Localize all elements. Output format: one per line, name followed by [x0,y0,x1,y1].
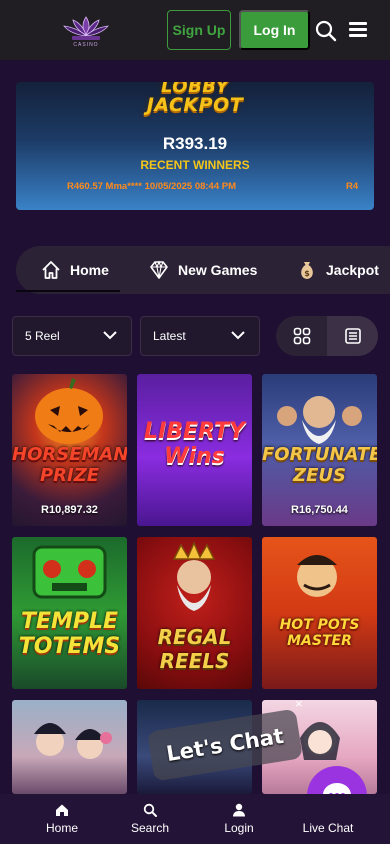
ticker-entry: R4 [346,181,359,192]
reel-filter-value: 5 Reel [25,329,60,343]
game-title: HOT POTS MASTER [279,617,360,649]
diamond-icon [150,260,168,279]
nav-item-new-games[interactable]: New Games [148,246,257,294]
casino-logo[interactable]: CASINO [54,10,118,50]
game-title: REGAL REELS [157,625,232,673]
bottom-nav-label: Search [130,821,170,835]
hamburger-menu-icon[interactable] [349,22,367,38]
ticker-entry: R460.57 Mma**** 10/05/2025 08:44 PM [67,181,237,192]
home-icon [56,804,68,816]
lobby-jackpot-banner[interactable]: LOBBY JACKPOT R393.19 RECENT WINNERS R46… [16,82,374,210]
list-icon [344,328,361,344]
game-title: HORSEMAN'S PRIZE [12,444,127,486]
svg-text:$: $ [304,269,310,278]
game-tile-temple-totems[interactable]: TEMPLE TOTEMS [12,537,127,689]
master-artwork [297,555,337,597]
nav-item-label: Jackpot [326,262,379,278]
game-jackpot-amount: R16,750.44 [291,504,348,516]
user-icon [233,803,245,817]
chat-close-icon[interactable]: × [295,696,303,711]
view-toggle [276,316,378,356]
lotus-logo-icon [63,15,109,40]
reel-filter-select[interactable]: 5 Reel [12,316,132,356]
grid-icon [293,327,310,345]
bottom-nav-label: Live Chat [302,821,354,835]
bottom-nav-search[interactable]: Search [105,794,195,844]
bottom-nav-login[interactable]: Login [194,794,284,844]
nav-scrollbar[interactable] [16,290,120,292]
bottom-nav-live-chat[interactable]: Live Chat [283,794,373,844]
game-tile-fortunate-zeus[interactable]: FORTUNATE ZEUS R16,750.44 [262,374,377,526]
game-tile-regal-reels[interactable]: REGAL REELS [137,537,252,689]
nav-item-label: Home [70,262,109,278]
money-bag-icon: $ [301,262,313,279]
house-icon [42,261,60,279]
log-in-button[interactable]: Log In [239,10,310,50]
jackpot-amount: R393.19 [162,134,228,153]
bottom-navigation: Home Search Login Live Chat [0,794,390,844]
game-title: FORTUNATE ZEUS [262,444,377,486]
game-tile-liberty-wins[interactable]: LIBERTY Wins [137,374,252,526]
chevron-down-icon [103,331,117,340]
nav-item-label: New Games [178,262,258,278]
list-view-button[interactable] [327,316,378,356]
game-jackpot-amount: R10,897.32 [41,504,98,516]
samurai-artwork [34,723,112,759]
grid-view-button[interactable] [276,316,327,356]
chevron-down-icon [231,331,245,340]
sort-select[interactable]: Latest [140,316,260,356]
nav-item-jackpot[interactable]: $ Jackpot [296,246,379,294]
game-tile-hot-pots-master[interactable]: HOT POTS MASTER [262,537,377,689]
nav-item-home[interactable]: Home [40,246,109,294]
top-header: CASINO Sign Up Log In [0,0,390,60]
game-tile-horsemans-prize[interactable]: HORSEMAN'S PRIZE R10,897.32 [12,374,127,526]
jackpot-logo-line2: JACKPOT [146,94,244,116]
sort-value: Latest [153,329,186,343]
bottom-nav-label: Home [45,821,78,835]
game-tile-row3-1[interactable] [12,700,127,794]
bottom-nav-home[interactable]: Home [17,794,107,844]
search-icon [143,803,157,817]
lobby-jackpot-logo: LOBBY JACKPOT [134,82,256,122]
winners-ticker: R460.57 Mma**** 10/05/2025 08:44 PM R4 [16,181,374,195]
logo-subtext: CASINO [73,41,99,48]
search-icon[interactable] [315,20,337,42]
recent-winners-label: RECENT WINNERS [140,158,250,172]
game-title: LIBERTY Wins [144,419,245,469]
bottom-nav-label: Login [224,821,254,835]
game-title: TEMPLE TOTEMS [18,609,121,659]
sign-up-button[interactable]: Sign Up [167,10,231,50]
category-nav: Home New Games $ Jackpot [16,246,390,294]
